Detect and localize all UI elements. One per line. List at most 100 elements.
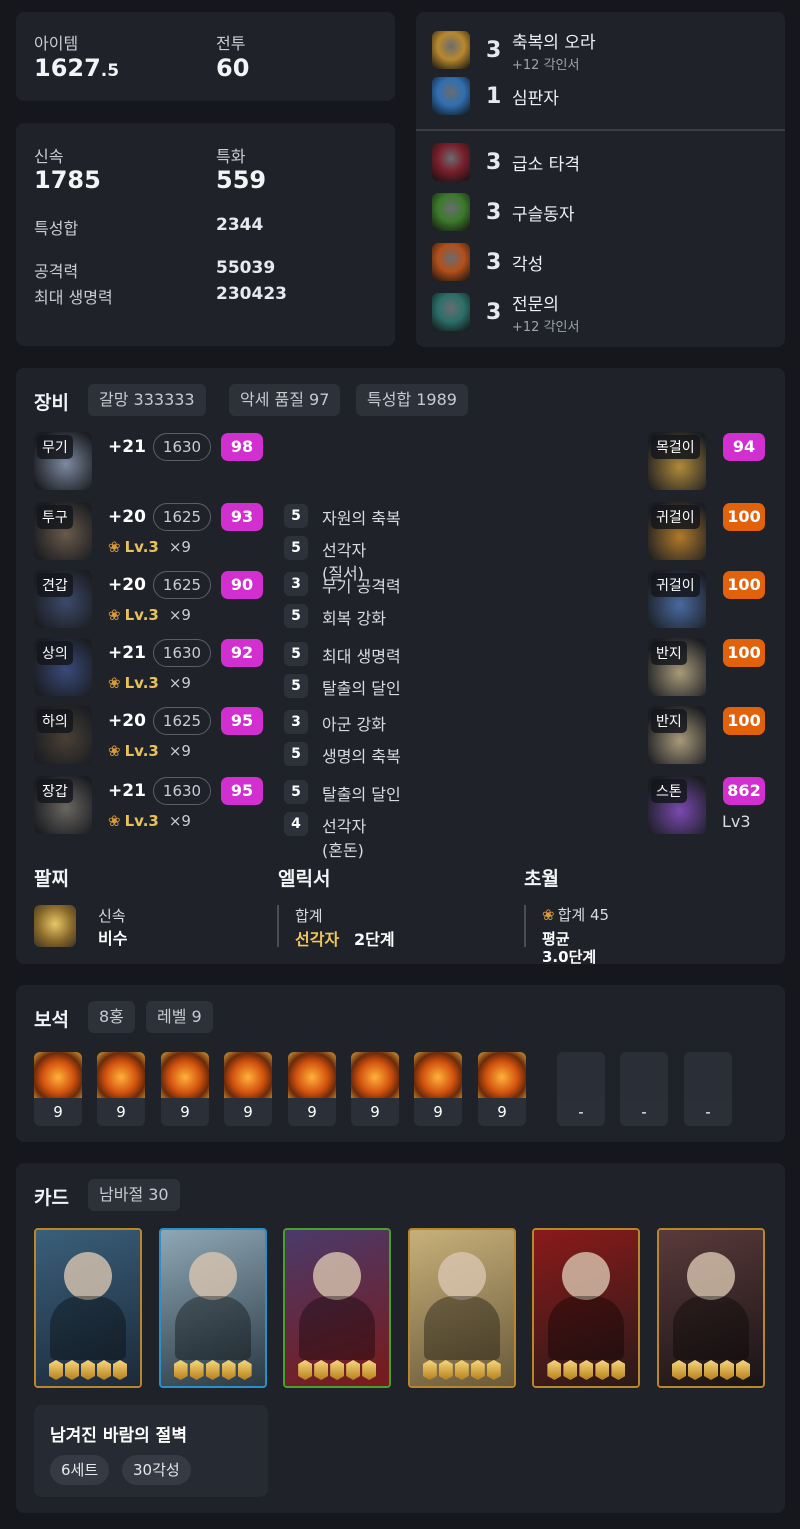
gem-level: 9 bbox=[351, 1098, 399, 1126]
red-gem-icon bbox=[34, 1052, 82, 1098]
transcend-divider bbox=[524, 905, 526, 947]
gem-slot[interactable]: 9 bbox=[288, 1052, 336, 1126]
engraving-book: +12 각인서 bbox=[512, 319, 580, 335]
awaken-gem-icon bbox=[205, 1360, 220, 1380]
awaken-gem-icon bbox=[704, 1360, 718, 1380]
awaken-gem-icon bbox=[189, 1360, 204, 1380]
gem-slot[interactable]: 9 bbox=[97, 1052, 145, 1126]
engraving-name: 심판자 bbox=[512, 88, 559, 109]
gem-level: 9 bbox=[97, 1098, 145, 1126]
card-5[interactable] bbox=[532, 1228, 641, 1388]
gem-slot[interactable]: 9 bbox=[478, 1052, 526, 1126]
refine-level: +21 bbox=[108, 781, 146, 801]
awaken-gem-icon bbox=[49, 1360, 63, 1380]
awaken-gem-icon bbox=[454, 1360, 469, 1380]
cards-title: 카드 bbox=[34, 1187, 69, 1209]
equipment-icon[interactable]: 하의 bbox=[34, 706, 92, 764]
engraving-row[interactable]: 3 구슬동자 bbox=[432, 192, 575, 232]
engraving-level: 3 bbox=[486, 149, 502, 175]
gem-level: 9 bbox=[34, 1098, 82, 1126]
stat-sum-label: 특성합 bbox=[34, 219, 79, 238]
accessory-icon[interactable]: 반지 bbox=[648, 706, 706, 764]
accessory-slot-label: 귀걸이 bbox=[651, 573, 700, 597]
item-level-pill: 1625 bbox=[153, 707, 211, 735]
effect-name: 최대 생명력 bbox=[322, 647, 401, 666]
empty-gem-slot[interactable]: - bbox=[684, 1052, 732, 1126]
transcend-avg-value: 3.0단계 bbox=[542, 948, 597, 966]
card-set-name: 남겨진 바람의 절벽 bbox=[50, 1426, 187, 1446]
accessory-icon[interactable]: 귀걸이 bbox=[648, 570, 706, 628]
elixir-stage: 2단계 bbox=[354, 930, 395, 949]
empty-gem-slot[interactable]: - bbox=[557, 1052, 605, 1126]
red-gem-icon bbox=[161, 1052, 209, 1098]
awaken-gem-icon bbox=[113, 1360, 127, 1380]
gem-slot[interactable]: 9 bbox=[351, 1052, 399, 1126]
card-set-count-tag: 6세트 bbox=[50, 1455, 110, 1485]
card-awaken-stars bbox=[285, 1360, 389, 1380]
leaf-icon: ❀ bbox=[108, 742, 121, 760]
card-2[interactable] bbox=[158, 1228, 267, 1388]
equipment-icon[interactable]: 상의 bbox=[34, 638, 92, 696]
max-hp-label: 최대 생명력 bbox=[34, 288, 113, 307]
card-awaken-stars bbox=[410, 1360, 514, 1380]
advanced-honing-level: ❀ Lv.3 ×9 bbox=[108, 812, 191, 830]
gem-level: - bbox=[620, 1098, 668, 1126]
card-4[interactable] bbox=[407, 1228, 516, 1388]
equipment-icon[interactable]: 장갑 bbox=[34, 776, 92, 834]
engraving-row[interactable]: 3 각성 bbox=[432, 242, 543, 282]
engraving-level: 3 bbox=[486, 249, 502, 275]
tag-stat-sum: 특성합 1989 bbox=[356, 384, 468, 416]
engraving-row[interactable]: 3 축복의 오라 +12 각인서 bbox=[432, 30, 596, 73]
accessory-icon[interactable]: 귀걸이 bbox=[648, 502, 706, 560]
gem-slot[interactable]: 9 bbox=[161, 1052, 209, 1126]
awaken-gem-icon bbox=[470, 1360, 485, 1380]
gem-level: - bbox=[557, 1098, 605, 1126]
item-level-value: 1627.5 bbox=[34, 54, 120, 82]
leaf-icon: ❀ bbox=[108, 538, 121, 556]
engraving-level: 3 bbox=[486, 299, 502, 325]
gem-slot[interactable]: 9 bbox=[34, 1052, 82, 1126]
card-awaken-stars bbox=[36, 1360, 140, 1380]
accessory-icon[interactable]: 반지 bbox=[648, 638, 706, 696]
awaken-gem-icon bbox=[438, 1360, 453, 1380]
equipment-icon[interactable]: 무기 bbox=[34, 432, 92, 490]
accessory-icon[interactable]: 목걸이 bbox=[648, 432, 706, 490]
transcend-title: 초월 bbox=[524, 868, 559, 890]
gem-level: 9 bbox=[161, 1098, 209, 1126]
awaken-gem-icon bbox=[486, 1360, 501, 1380]
effect-name: 선각자 bbox=[322, 541, 367, 560]
card-figure-body bbox=[174, 1296, 251, 1360]
leaf-icon: ❀ bbox=[108, 812, 121, 830]
orange-awaken-icon bbox=[432, 243, 470, 281]
gem-level: 9 bbox=[414, 1098, 462, 1126]
red-gem-icon bbox=[414, 1052, 462, 1098]
gems-title: 보석 bbox=[34, 1009, 69, 1031]
awaken-gem-icon bbox=[579, 1360, 594, 1380]
leaf-icon: ❀ bbox=[108, 606, 121, 624]
card-figure-body bbox=[673, 1296, 749, 1360]
awaken-gem-icon bbox=[595, 1360, 610, 1380]
engraving-row[interactable]: 1 심판자 bbox=[432, 76, 559, 116]
refine-level: +20 bbox=[108, 507, 146, 527]
engraving-row[interactable]: 3 급소 타격 bbox=[432, 142, 580, 182]
effect-count: 4 bbox=[284, 812, 308, 836]
gem-slot[interactable]: 9 bbox=[224, 1052, 272, 1126]
effect-count: 5 bbox=[284, 604, 308, 628]
bracelet-icon[interactable] bbox=[34, 905, 76, 947]
advanced-honing-level: ❀ Lv.3 ×9 bbox=[108, 742, 191, 760]
equipment-icon[interactable]: 투구 bbox=[34, 502, 92, 560]
card-figure-body bbox=[423, 1296, 500, 1360]
card-3[interactable] bbox=[283, 1228, 392, 1388]
accessory-icon[interactable]: 스톤 bbox=[648, 776, 706, 834]
equipment-icon[interactable]: 견갑 bbox=[34, 570, 92, 628]
card-1[interactable] bbox=[34, 1228, 142, 1388]
engraving-name: 축복의 오라 bbox=[512, 32, 596, 53]
quality-badge: 100 bbox=[723, 503, 765, 531]
card-figure-body bbox=[299, 1296, 376, 1360]
empty-gem-slot[interactable]: - bbox=[620, 1052, 668, 1126]
engraving-name: 구슬동자 bbox=[512, 204, 575, 225]
tag-accessory-quality: 악세 품질 97 bbox=[229, 384, 341, 416]
card-6[interactable] bbox=[657, 1228, 765, 1388]
gem-slot[interactable]: 9 bbox=[414, 1052, 462, 1126]
engraving-row[interactable]: 3 전문의 +12 각인서 bbox=[432, 292, 580, 335]
